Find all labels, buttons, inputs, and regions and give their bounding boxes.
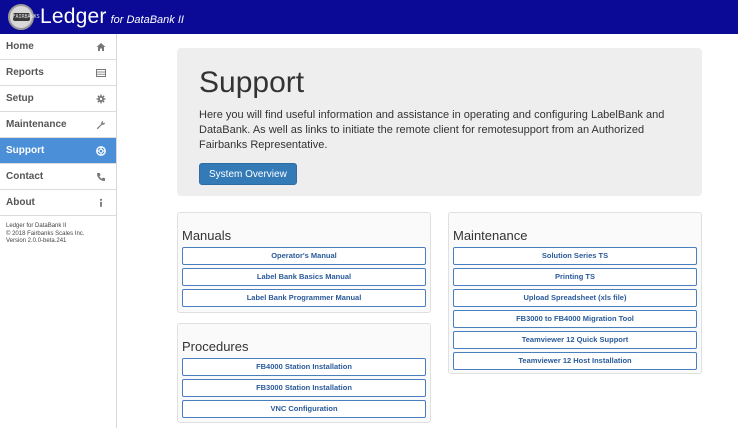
manuals-panel: Manuals Operator's Manual Label Bank Bas… [177,212,431,313]
sidebar-item-label: Home [6,41,34,52]
hero-description: Here you will find useful information an… [199,109,665,151]
sidebar-item-label: Maintenance [6,119,67,130]
label-bank-basics-manual-button[interactable]: Label Bank Basics Manual [182,268,426,286]
footer-app-name: Ledger for DataBank II [6,223,67,229]
sidebar-footer: Ledger for DataBank II © 2018 Fairbanks … [0,216,116,253]
home-icon [95,41,107,53]
footer-version: Version 2.0.0-beta.241 [6,238,67,244]
fairbanks-logo-icon[interactable]: FAIRBANKS [8,4,40,30]
sidebar-item-reports[interactable]: Reports [0,60,116,86]
fb4000-station-installation-button[interactable]: FB4000 Station Installation [182,358,426,376]
sidebar-item-label: Support [6,145,45,156]
sidebar-item-support[interactable]: Support [0,138,116,164]
procedures-panel: Procedures FB4000 Station Installation F… [177,323,431,423]
page-title: Support [199,66,305,99]
operators-manual-button[interactable]: Operator's Manual [182,247,426,265]
sidebar-item-about[interactable]: About [0,190,116,216]
solution-series-ts-button[interactable]: Solution Series TS [453,247,697,265]
brand-title[interactable]: Ledger [40,5,107,29]
fb3000-station-installation-button[interactable]: FB3000 Station Installation [182,379,426,397]
manuals-title: Manuals [182,228,232,243]
info-icon [95,197,107,209]
gear-icon [95,93,107,105]
sidebar: Home Reports Setup Maintenance Support C… [0,34,117,428]
support-hero: Support Here you will find useful inform… [177,48,702,196]
wrench-icon [95,119,107,131]
logo-text: FAIRBANKS [12,13,40,21]
sidebar-item-label: Reports [6,67,44,78]
brand-subtitle: for DataBank II [110,14,184,26]
sidebar-item-label: Setup [6,93,34,104]
teamviewer-quick-support-button[interactable]: Teamviewer 12 Quick Support [453,331,697,349]
phone-icon [95,171,107,183]
sidebar-item-label: Contact [6,171,44,182]
top-navbar: FAIRBANKS Ledger for DataBank II [0,0,738,34]
maintenance-panel: Maintenance Solution Series TS Printing … [448,212,702,374]
procedures-title: Procedures [182,339,249,354]
label-bank-programmer-manual-button[interactable]: Label Bank Programmer Manual [182,289,426,307]
system-overview-button[interactable]: System Overview [199,163,297,185]
list-icon [95,67,107,79]
maintenance-title: Maintenance [453,228,528,243]
sidebar-item-maintenance[interactable]: Maintenance [0,112,116,138]
footer-copyright: © 2018 Fairbanks Scales Inc. [6,230,85,237]
sidebar-item-setup[interactable]: Setup [0,86,116,112]
migration-tool-button[interactable]: FB3000 to FB4000 Migration Tool [453,310,697,328]
sidebar-item-home[interactable]: Home [0,34,116,60]
printing-ts-button[interactable]: Printing TS [453,268,697,286]
teamviewer-host-installation-button[interactable]: Teamviewer 12 Host Installation [453,352,697,370]
vnc-configuration-button[interactable]: VNC Configuration [182,400,426,418]
sidebar-item-label: About [6,197,35,208]
lifebuoy-icon [95,145,107,157]
sidebar-item-contact[interactable]: Contact [0,164,116,190]
upload-spreadsheet-button[interactable]: Upload Spreadsheet (xls file) [453,289,697,307]
